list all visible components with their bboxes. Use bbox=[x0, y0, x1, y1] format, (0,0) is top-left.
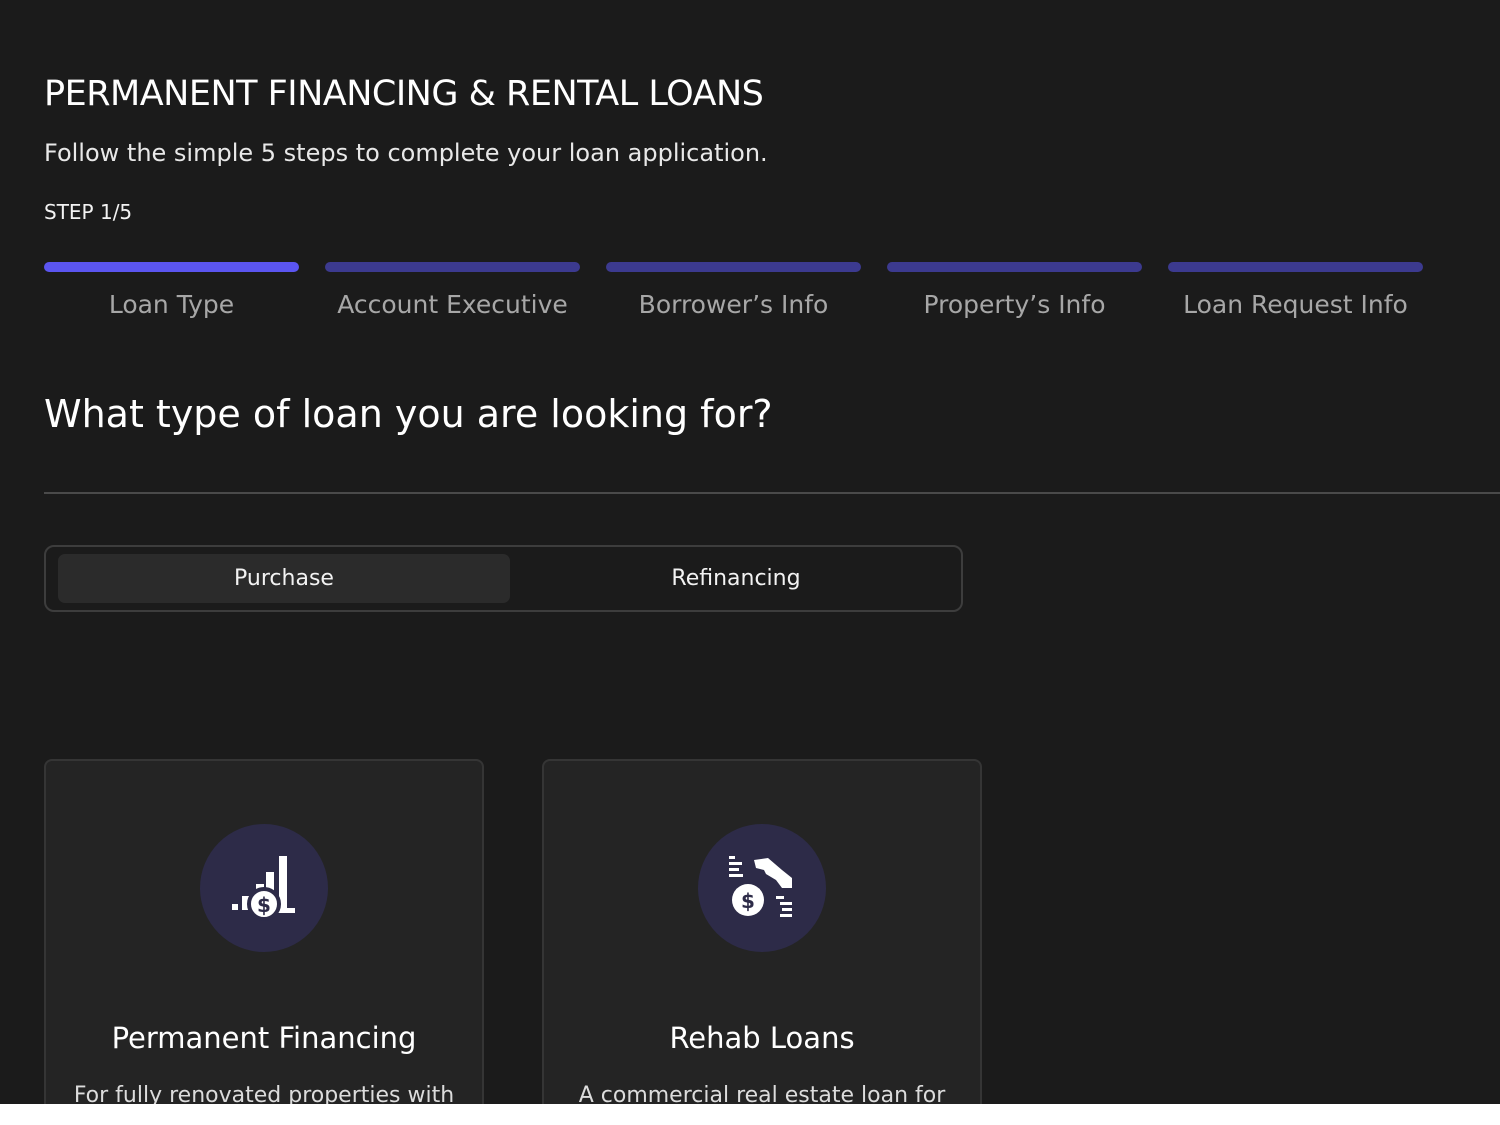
step-progress-bar bbox=[325, 262, 580, 272]
page-title: PERMANENT FINANCING & RENTAL LOANS bbox=[44, 74, 764, 114]
chart-dollar-icon: $ bbox=[200, 824, 328, 952]
step-account-executive[interactable]: Account Executive bbox=[325, 262, 580, 332]
step-label: Account Executive bbox=[337, 290, 568, 319]
step-label: Loan Type bbox=[108, 290, 235, 319]
step-loan-type[interactable]: Loan Type bbox=[44, 262, 299, 332]
progress-stepper: Loan Type Account Executive Borrower’s I… bbox=[44, 262, 1423, 332]
app-viewport: PERMANENT FINANCING & RENTAL LOANS Follo… bbox=[0, 0, 1500, 1104]
svg-text:$: $ bbox=[257, 893, 271, 917]
step-borrowers-info[interactable]: Borrower’s Info bbox=[606, 262, 861, 332]
step-progress-bar bbox=[606, 262, 861, 272]
step-progress-bar bbox=[44, 262, 299, 272]
rehab-loans-card[interactable]: $ Rehab Loans A commercial real estate l… bbox=[542, 759, 982, 1104]
permanent-financing-card[interactable]: $ Permanent Financing For fully renovate… bbox=[44, 759, 484, 1104]
step-label: Loan Request Info bbox=[1183, 290, 1408, 319]
card-description: For fully renovated properties with bbox=[73, 1083, 455, 1104]
loan-type-question: What type of loan you are looking for? bbox=[44, 392, 773, 436]
step-progress-bar bbox=[887, 262, 1142, 272]
purchase-type-toggle: Purchase Refinancing bbox=[44, 545, 963, 612]
step-propertys-info[interactable]: Property’s Info bbox=[887, 262, 1142, 332]
step-label: Property’s Info bbox=[923, 290, 1106, 319]
step-indicator: STEP 1/5 bbox=[44, 200, 133, 224]
card-description: A commercial real estate loan for bbox=[578, 1083, 946, 1104]
step-label: Borrower’s Info bbox=[638, 290, 829, 319]
card-title: Permanent Financing bbox=[111, 1021, 417, 1055]
svg-text:$: $ bbox=[741, 889, 755, 913]
refinancing-option[interactable]: Refinancing bbox=[510, 554, 962, 603]
section-divider bbox=[44, 492, 1500, 494]
purchase-option[interactable]: Purchase bbox=[58, 554, 510, 603]
hand-dollar-icon: $ bbox=[698, 824, 826, 952]
step-loan-request-info[interactable]: Loan Request Info bbox=[1168, 262, 1423, 332]
card-title: Rehab Loans bbox=[669, 1021, 855, 1055]
page-subtitle: Follow the simple 5 steps to complete yo… bbox=[44, 139, 768, 167]
step-progress-bar bbox=[1168, 262, 1423, 272]
